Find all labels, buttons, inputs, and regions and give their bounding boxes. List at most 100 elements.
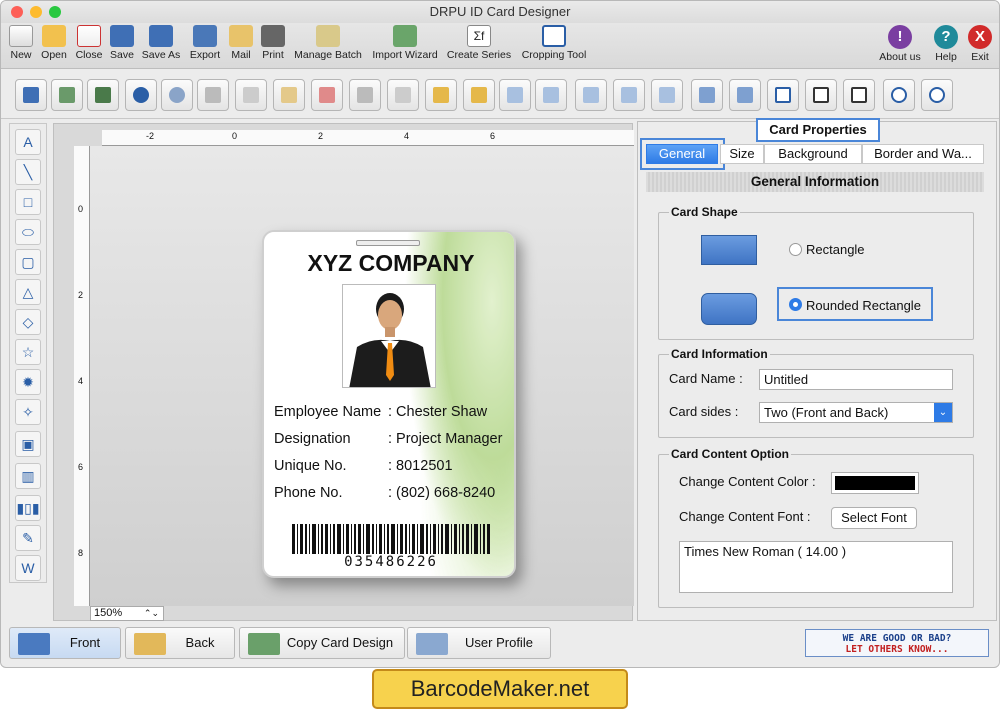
- new-icon: [9, 25, 33, 47]
- copy-button[interactable]: [235, 79, 267, 111]
- card-company-name[interactable]: XYZ COMPANY: [264, 250, 514, 277]
- undo-button[interactable]: [125, 79, 157, 111]
- star-tool[interactable]: ☆: [15, 339, 41, 365]
- move-up-button[interactable]: [575, 79, 607, 111]
- copy-card-design-button[interactable]: Copy Card Design: [239, 627, 405, 659]
- close-window-button[interactable]: [11, 6, 23, 18]
- library-tool[interactable]: ▥: [15, 463, 41, 489]
- save-as-button[interactable]: Save As: [139, 25, 183, 61]
- arrow-right-icon: [543, 87, 559, 103]
- card-field-row[interactable]: Unique No.: 8012501: [274, 458, 453, 474]
- minimize-window-button[interactable]: [30, 6, 42, 18]
- export-button[interactable]: Export: [187, 25, 223, 61]
- barcode-tool[interactable]: ▮▯▮: [15, 495, 41, 521]
- signature-tool[interactable]: ✎: [15, 525, 41, 551]
- move-down-button[interactable]: [613, 79, 645, 111]
- about-us-button[interactable]: ! About us: [877, 25, 923, 63]
- bring-front-button[interactable]: [349, 79, 381, 111]
- horizontal-ruler: -2 0 2 4 6: [102, 130, 634, 146]
- open-button[interactable]: Open: [39, 25, 69, 61]
- zoom-window-button[interactable]: [49, 6, 61, 18]
- zoom-level-select[interactable]: 150% ⌃⌄: [90, 606, 164, 621]
- import-wizard-button[interactable]: Import Wizard: [369, 25, 441, 61]
- main-toolbar: New Open Close Save Save As Export Mail …: [1, 23, 999, 69]
- triangle-tool[interactable]: △: [15, 279, 41, 305]
- cross-star-icon: ✧: [22, 403, 34, 420]
- ellipse-tool[interactable]: ⬭: [15, 219, 41, 245]
- watermark-tool[interactable]: W: [15, 555, 41, 581]
- triangle-icon: △: [22, 283, 34, 300]
- text-edit-tool[interactable]: [15, 79, 47, 111]
- tab-background[interactable]: Background: [764, 144, 862, 164]
- grid-button[interactable]: [767, 79, 799, 111]
- open-folder-icon: [42, 25, 66, 47]
- save-button[interactable]: Save: [107, 25, 137, 61]
- align-vertical-button[interactable]: [691, 79, 723, 111]
- paste-button[interactable]: [273, 79, 305, 111]
- card-field-row[interactable]: Designation: Project Manager: [274, 431, 502, 447]
- send-back-button[interactable]: [387, 79, 419, 111]
- card-photo[interactable]: [342, 284, 436, 388]
- text-icon: A: [23, 134, 33, 150]
- close-button[interactable]: Close: [73, 25, 105, 61]
- card-barcode[interactable]: [292, 524, 492, 554]
- tab-border-watermark[interactable]: Border and Wa...: [862, 144, 984, 164]
- move-left-button[interactable]: [499, 79, 531, 111]
- center-button[interactable]: [651, 79, 683, 111]
- card-sides-select[interactable]: Two (Front and Back) ⌄: [759, 402, 953, 423]
- actual-size-button[interactable]: [843, 79, 875, 111]
- mail-button[interactable]: Mail: [227, 25, 255, 61]
- rounded-rect-icon: ▢: [21, 253, 35, 270]
- zoom-in-button[interactable]: [883, 79, 915, 111]
- content-color-swatch[interactable]: [831, 472, 919, 494]
- print-button[interactable]: Print: [259, 25, 287, 61]
- card-content-option-group: Card Content Option Change Content Color…: [658, 447, 974, 608]
- redo-icon: [169, 87, 185, 103]
- card-field-row[interactable]: Employee Name: Chester Shaw: [274, 404, 487, 420]
- ellipse-icon: ⬭: [22, 223, 34, 240]
- user-profile-button[interactable]: User Profile: [407, 627, 551, 659]
- delete-button[interactable]: [311, 79, 343, 111]
- ruler-button[interactable]: [805, 79, 837, 111]
- exit-button[interactable]: X Exit: [957, 25, 999, 63]
- tab-size[interactable]: Size: [720, 144, 764, 164]
- diamond-tool[interactable]: ◇: [15, 309, 41, 335]
- create-series-button[interactable]: Σf Create Series: [445, 25, 513, 61]
- card-name-input[interactable]: Untitled: [759, 369, 953, 390]
- redo-button[interactable]: [161, 79, 193, 111]
- line-tool[interactable]: ╲: [15, 159, 41, 185]
- export-image-tool[interactable]: [87, 79, 119, 111]
- rounded-rectangle-radio[interactable]: [789, 298, 802, 311]
- rectangle-tool[interactable]: □: [15, 189, 41, 215]
- rectangle-radio[interactable]: [789, 243, 802, 256]
- content-color-label: Change Content Color :: [679, 474, 816, 489]
- cropping-tool-button[interactable]: Cropping Tool: [517, 25, 591, 61]
- id-card-preview[interactable]: XYZ COMPANY Employee Name: Chester Shaw …: [262, 230, 516, 578]
- manage-batch-button[interactable]: Manage Batch: [291, 25, 365, 61]
- image-tool[interactable]: [51, 79, 83, 111]
- select-font-button[interactable]: Select Font: [831, 507, 917, 529]
- back-card-icon: [134, 633, 166, 655]
- unlock-button[interactable]: [463, 79, 495, 111]
- burst-tool[interactable]: ✹: [15, 369, 41, 395]
- card-field-row[interactable]: Phone No.: (802) 668-8240: [274, 485, 495, 501]
- print-icon: [261, 25, 285, 47]
- move-right-button[interactable]: [535, 79, 567, 111]
- person-photo-icon: [343, 285, 435, 387]
- text-tool[interactable]: A: [15, 129, 41, 155]
- tab-general[interactable]: General: [646, 144, 718, 164]
- front-side-button[interactable]: Front: [9, 627, 121, 659]
- cut-button[interactable]: [197, 79, 229, 111]
- workspace[interactable]: XYZ COMPANY Employee Name: Chester Shaw …: [90, 146, 634, 606]
- back-side-button[interactable]: Back: [125, 627, 235, 659]
- app-window: DRPU ID Card Designer New Open Close Sav…: [0, 0, 1000, 668]
- center-icon: [659, 87, 675, 103]
- zoom-out-button[interactable]: [921, 79, 953, 111]
- new-button[interactable]: New: [7, 25, 35, 61]
- feedback-banner[interactable]: WE ARE GOOD OR BAD? LET OTHERS KNOW...: [805, 629, 989, 657]
- cross-star-tool[interactable]: ✧: [15, 399, 41, 425]
- lock-button[interactable]: [425, 79, 457, 111]
- picture-tool[interactable]: ▣: [15, 431, 41, 457]
- rounded-rect-tool[interactable]: ▢: [15, 249, 41, 275]
- align-horizontal-button[interactable]: [729, 79, 761, 111]
